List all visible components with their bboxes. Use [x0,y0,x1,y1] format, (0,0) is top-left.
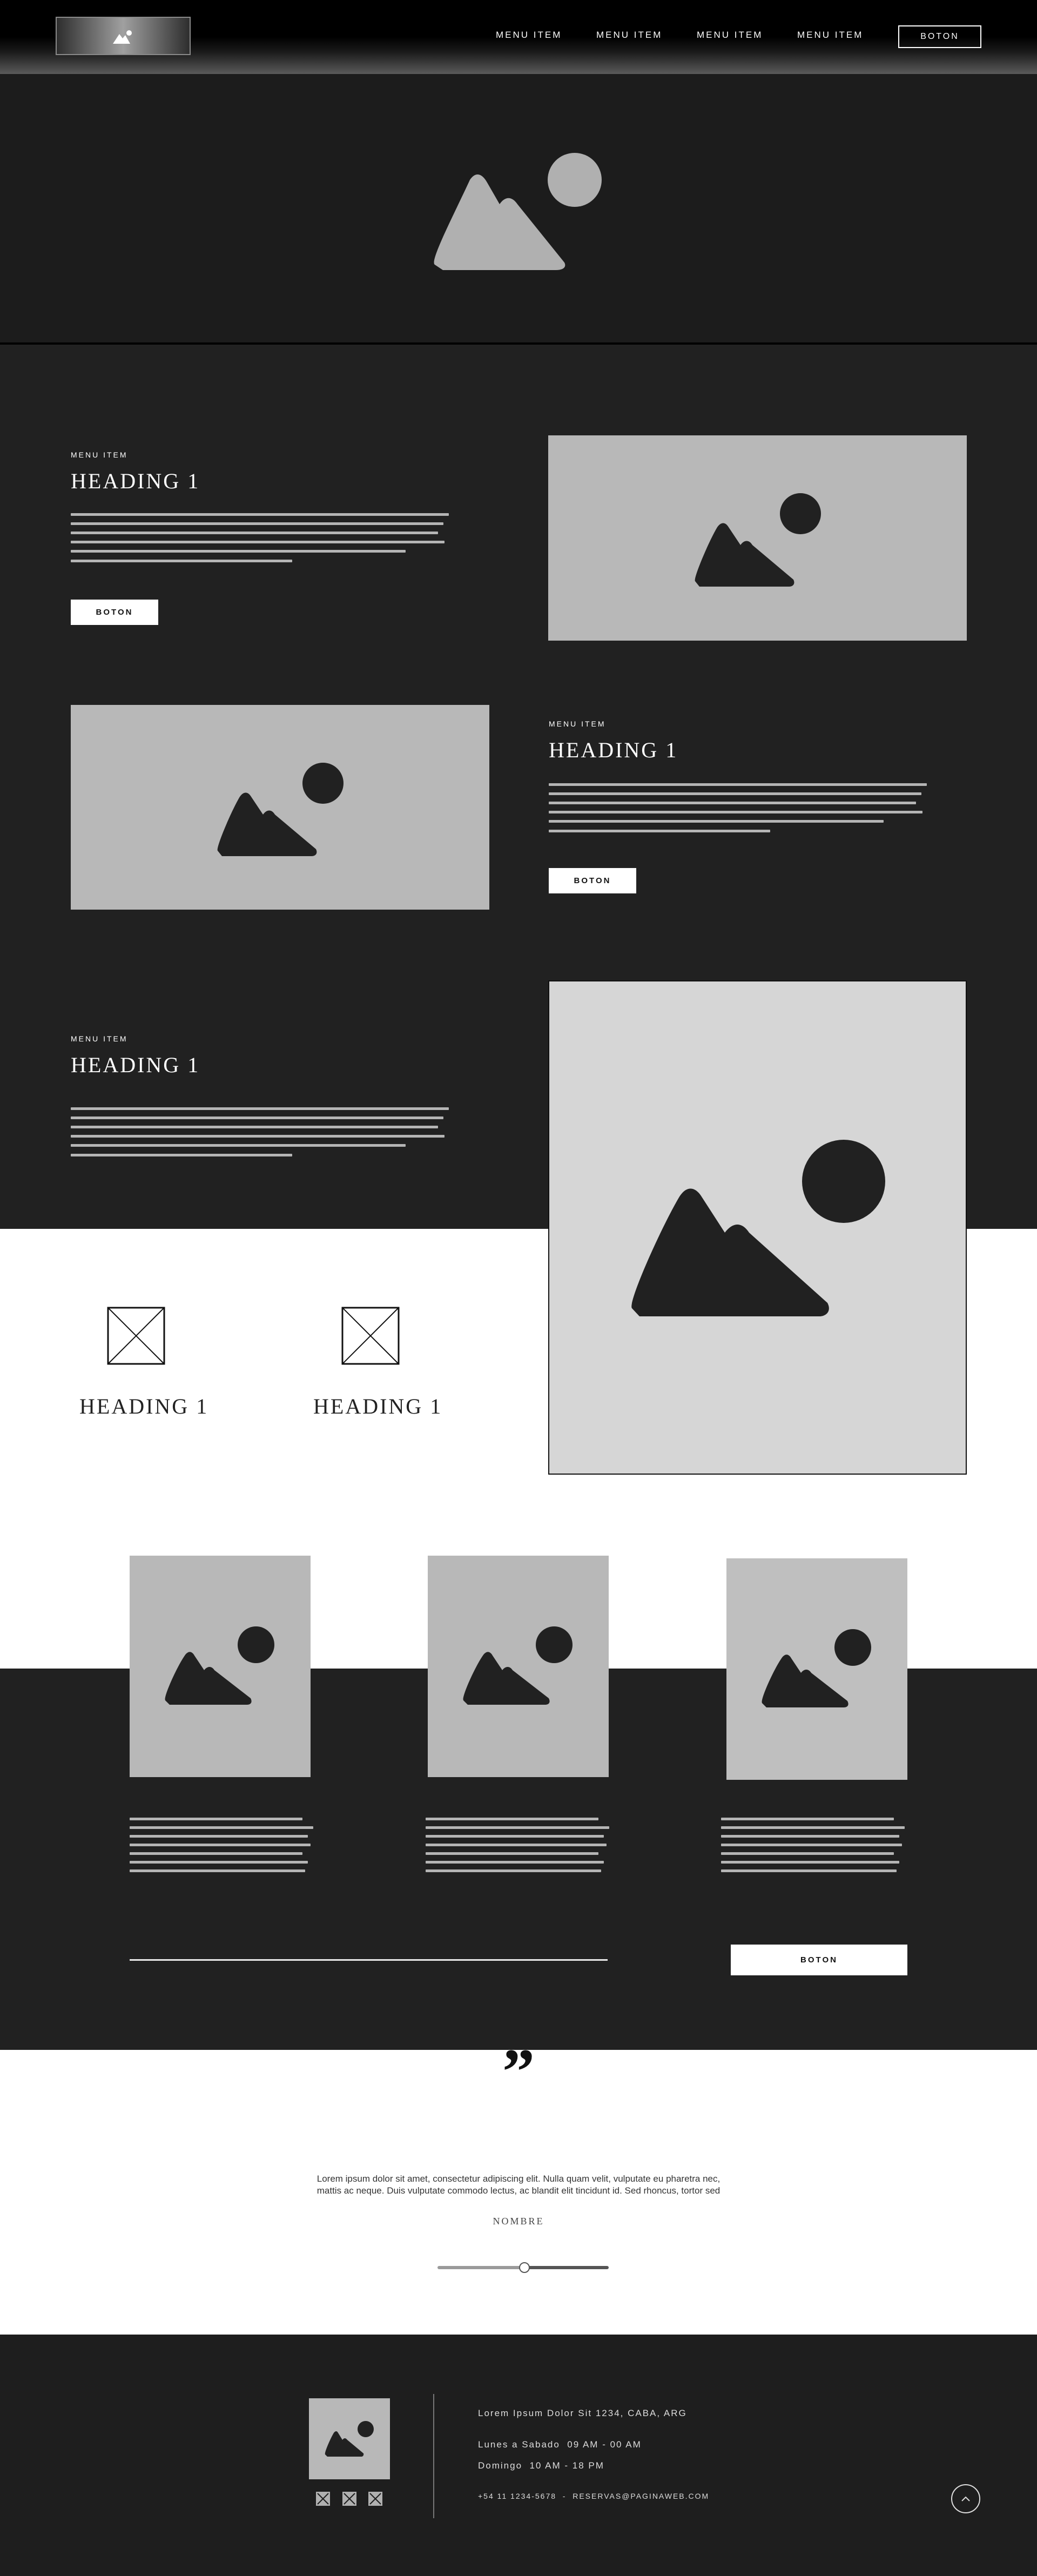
section2-image [71,705,489,910]
feature-1-icon [107,1307,165,1365]
section1-image [548,435,967,641]
section1-button[interactable]: BOTON [71,600,158,625]
hero-banner [0,74,1037,345]
quote-mark: ” [502,2035,535,2107]
feature-2-heading: HEADING 1 [313,1394,443,1418]
logo-image-icon [113,30,132,44]
social-icon[interactable] [315,2491,331,2506]
section3-kicker: MENU ITEM [71,1034,128,1043]
image-placeholder-icon [217,763,344,856]
logo[interactable] [56,17,191,55]
card-1-image [130,1556,311,1777]
card-1-text-placeholder [130,1818,316,1882]
card-2-text-placeholder [426,1818,612,1882]
slider-track-right [524,2266,609,2269]
section3-image [548,980,967,1475]
section1-kicker: MENU ITEM [71,450,128,459]
chevron-up-icon [961,2496,970,2501]
social-icon[interactable] [368,2491,383,2506]
section1-heading: HEADING 1 [71,469,200,493]
header-button[interactable]: BOTON [898,25,981,48]
footer-address: Lorem Ipsum Dolor Sit 1234, CABA, ARG [478,2408,687,2418]
image-placeholder-icon [631,1140,885,1316]
testimonial-text-line1: Lorem ipsum dolor sit amet, consectetur … [317,2174,720,2184]
image-placeholder-icon [463,1626,573,1705]
nav-item-3[interactable]: MENU ITEM [697,30,763,41]
testimonial-slider[interactable] [437,2262,609,2273]
card-2-image [428,1556,609,1777]
section3-text-placeholder [71,1107,454,1161]
footer-divider [433,2394,434,2518]
scroll-top-button[interactable] [951,2484,980,2513]
slider-handle[interactable] [519,2262,530,2273]
card-3-text-placeholder [721,1818,907,1882]
section2-text-placeholder [549,783,932,837]
image-placeholder-icon [695,493,821,587]
nav-item-1[interactable]: MENU ITEM [496,30,562,41]
footer-contact: +54 11 1234-5678 - RESERVAS@PAGINAWEB.CO… [478,2492,710,2500]
footer-hours-sunday: Domingo 10 AM - 18 PM [478,2460,604,2471]
feature-1-heading: HEADING 1 [79,1394,209,1418]
social-icon[interactable] [342,2491,357,2506]
testimonial-name: NOMBRE [493,2216,544,2227]
nav-item-4[interactable]: MENU ITEM [797,30,863,41]
testimonial-section: ” Lorem ipsum dolor sit amet, consectetu… [0,2039,1037,2335]
section2-button[interactable]: BOTON [549,868,636,893]
section2-heading: HEADING 1 [549,738,678,762]
feature-2-icon [341,1307,400,1365]
site-footer: Lorem Ipsum Dolor Sit 1234, CABA, ARG Lu… [0,2335,1037,2576]
image-placeholder-icon [762,1629,871,1707]
section1-text-placeholder [71,513,454,567]
image-placeholder-icon [325,2421,374,2457]
slider-track-left [437,2266,524,2269]
footer-logo [309,2398,390,2479]
divider-line [130,1959,608,1961]
section2-kicker: MENU ITEM [549,719,606,728]
site-header: MENU ITEM MENU ITEM MENU ITEM MENU ITEM … [0,0,1037,74]
section3-heading: HEADING 1 [71,1053,200,1077]
footer-hours-weekdays: Lunes a Sabado 09 AM - 00 AM [478,2439,642,2450]
nav-item-2[interactable]: MENU ITEM [596,30,662,41]
testimonial-text-line2: mattis ac neque. Duis vulputate commodo … [317,2185,720,2196]
hero-image-icon [434,153,602,270]
cards-button[interactable]: BOTON [731,1945,907,1975]
image-placeholder-icon [165,1626,274,1705]
card-3-image [726,1558,907,1780]
